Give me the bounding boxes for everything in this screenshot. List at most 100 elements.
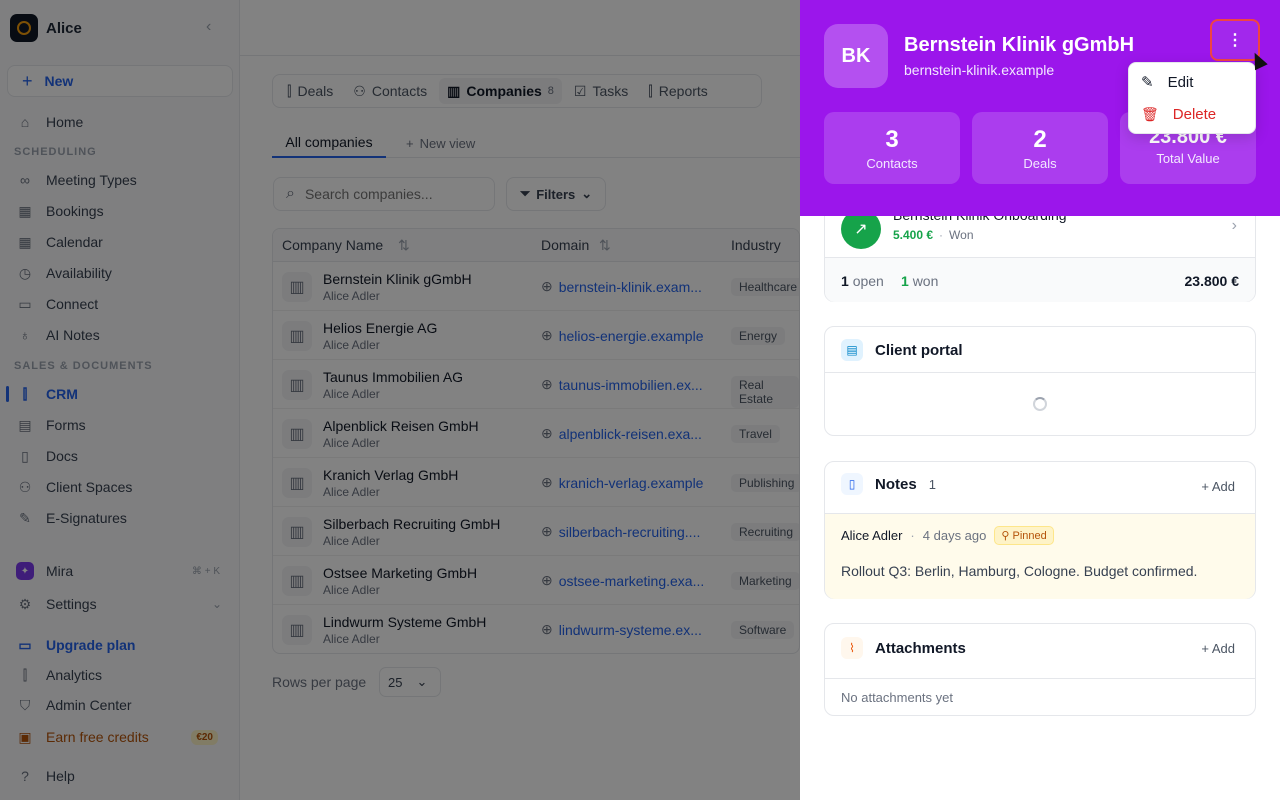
- industry-badge: Energy: [731, 327, 786, 345]
- table-row[interactable]: ▥ Kranich Verlag GmbH Alice Adler ⊕ kranich-…: [273, 458, 799, 507]
- table-row[interactable]: ▥ Bernstein Klinik gGmbH Alice Adler ⊕ berns…: [273, 262, 799, 311]
- home-icon: ⌂: [20, 114, 30, 130]
- gift-icon: ▣: [18, 728, 32, 745]
- sidebar-item-label: Settings: [46, 596, 97, 612]
- new-view-button[interactable]: + New view: [406, 128, 475, 158]
- sidebar-item-admin[interactable]: ⛉ Admin Center: [8, 691, 232, 719]
- rows-per-page-select[interactable]: 25 ⌄: [379, 667, 441, 697]
- company-domain-link[interactable]: ⊕ taunus-immobilien.ex...: [541, 376, 703, 393]
- document-icon: ▯: [21, 447, 29, 464]
- table-row[interactable]: ▥ Helios Energie AG Alice Adler ⊕ helios-ene…: [273, 311, 799, 360]
- company-name[interactable]: Silberbach Recruiting GmbH: [323, 516, 500, 532]
- sidebar-item-forms[interactable]: ▤ Forms: [8, 411, 232, 439]
- company-domain[interactable]: bernstein-klinik.example: [904, 62, 1054, 78]
- add-note-button[interactable]: + Add: [1201, 479, 1235, 494]
- company-domain-link[interactable]: ⊕ alpenblick-reisen.exa...: [541, 425, 702, 442]
- company-name[interactable]: Alpenblick Reisen GmbH: [323, 418, 479, 434]
- column-company-name[interactable]: Company Name: [282, 237, 383, 253]
- menu-item-delete[interactable]: 🗑 Delete: [1141, 102, 1216, 126]
- filters-button[interactable]: ⏷ Filters ⌄: [506, 177, 606, 211]
- company-owner: Alice Adler: [323, 485, 380, 499]
- stat-contacts[interactable]: 3 Contacts: [824, 112, 960, 184]
- tab-reports[interactable]: ⫿ Reports: [640, 78, 716, 104]
- table-row[interactable]: ▥ Ostsee Marketing GmbH Alice Adler ⊕ ostsee…: [273, 556, 799, 605]
- trash-icon: 🗑: [1141, 105, 1159, 122]
- globe-icon: ⊕: [541, 278, 553, 294]
- tab-tasks[interactable]: ☑ Tasks: [566, 78, 636, 104]
- sidebar-item-crm[interactable]: ⫿ CRM: [6, 380, 232, 408]
- industry-badge: Recruiting: [731, 523, 799, 541]
- company-name[interactable]: Lindwurm Systeme GmbH: [323, 614, 486, 630]
- sidebar-item-analytics[interactable]: ⫿ Analytics: [8, 661, 232, 689]
- deal-status: Won: [949, 228, 974, 242]
- sidebar-item-home[interactable]: ⌂ Home: [8, 108, 232, 136]
- domain-text: helios-energie.example: [558, 327, 704, 344]
- table-row[interactable]: ▥ Alpenblick Reisen GmbH Alice Adler ⊕ alpen…: [273, 409, 799, 458]
- sidebar-item-calendar[interactable]: ▦ Calendar: [8, 228, 232, 256]
- view-all-companies[interactable]: All companies: [272, 128, 386, 158]
- new-button[interactable]: + New: [7, 65, 233, 97]
- industry-badge: Publishing: [731, 474, 799, 492]
- options-menu: ✎ Edit 🗑 Delete: [1128, 62, 1256, 134]
- menu-item-edit[interactable]: ✎ Edit: [1141, 70, 1193, 94]
- workspace-switcher[interactable]: Alice: [10, 14, 82, 42]
- tab-contacts[interactable]: ⚇ Contacts: [345, 78, 435, 104]
- company-domain-link[interactable]: ⊕ helios-energie.example: [541, 327, 704, 344]
- industry-badge: Travel: [731, 425, 780, 443]
- sidebar-item-docs[interactable]: ▯ Docs: [8, 442, 232, 470]
- sidebar-item-connect[interactable]: ▭ Connect: [8, 290, 232, 318]
- company-domain-link[interactable]: ⊕ silberbach-recruiting....: [541, 523, 700, 540]
- company-name[interactable]: Kranich Verlag GmbH: [323, 467, 458, 483]
- sidebar-item-e-signatures[interactable]: ✎ E-Signatures: [8, 504, 232, 532]
- note-item[interactable]: Alice Adler · 4 days ago ⚲ Pinned Rollou…: [825, 513, 1255, 599]
- company-domain-link[interactable]: ⊕ lindwurm-systeme.ex...: [541, 621, 702, 638]
- workspace-name: Alice: [46, 19, 82, 37]
- table-row[interactable]: ▥ Taunus Immobilien AG Alice Adler ⊕ taunus-…: [273, 360, 799, 409]
- sidebar-item-settings[interactable]: ⚙ Settings ⌄: [8, 590, 232, 618]
- calendar-check-icon: ▦: [18, 202, 32, 219]
- sidebar-item-label: CRM: [46, 386, 78, 402]
- sidebar-item-mira[interactable]: ✦ Mira ⌘ + K: [8, 557, 232, 585]
- sidebar-item-label: Forms: [46, 417, 86, 433]
- tab-deals[interactable]: ⫿ Deals: [279, 78, 341, 104]
- company-name[interactable]: Ostsee Marketing GmbH: [323, 565, 477, 581]
- note-author: Alice Adler: [841, 528, 903, 543]
- sidebar-item-label: Home: [46, 114, 84, 130]
- sidebar-item-ai-notes[interactable]: ♁ AI Notes: [8, 321, 232, 349]
- sidebar-item-credits[interactable]: ▣ Earn free credits €20: [8, 723, 232, 751]
- building-icon: ▥: [282, 468, 312, 498]
- company-domain-link[interactable]: ⊕ kranich-verlag.example: [541, 474, 703, 491]
- column-domain[interactable]: Domain: [541, 237, 589, 253]
- company-domain-link[interactable]: ⊕ ostsee-marketing.exa...: [541, 572, 704, 589]
- column-industry[interactable]: Industry: [731, 237, 781, 253]
- industry-badge: Healthcare: [731, 278, 799, 296]
- sidebar-item-bookings[interactable]: ▦ Bookings: [8, 197, 232, 225]
- company-name[interactable]: Taunus Immobilien AG: [323, 369, 463, 385]
- sidebar-item-label: AI Notes: [46, 327, 100, 343]
- sidebar-item-availability[interactable]: ◷ Availability: [8, 259, 232, 287]
- sidebar-item-client-spaces[interactable]: ⚇ Client Spaces: [8, 473, 232, 501]
- sidebar-item-label: Analytics: [46, 667, 103, 683]
- globe-icon: ⊕: [541, 327, 553, 343]
- add-attachment-button[interactable]: + Add: [1201, 641, 1235, 656]
- chevron-right-icon[interactable]: ›: [1232, 217, 1237, 235]
- company-name[interactable]: Bernstein Klinik gGmbH: [323, 271, 472, 287]
- globe-icon: ⊕: [541, 425, 553, 441]
- sort-icon[interactable]: ⇅: [398, 237, 410, 254]
- table-row[interactable]: ▥ Lindwurm Systeme GmbH Alice Adler ⊕ lindwu…: [273, 605, 799, 653]
- company-name[interactable]: Helios Energie AG: [323, 320, 437, 336]
- table-row[interactable]: ▥ Silberbach Recruiting GmbH Alice Adler ⊕ s…: [273, 507, 799, 556]
- sidebar-item-meeting-types[interactable]: ∞ Meeting Types: [8, 166, 232, 194]
- attachments-header: ⌇ Attachments: [841, 637, 966, 659]
- client-portal-header: ▤ Client portal: [841, 339, 963, 361]
- sidebar-item-upgrade[interactable]: ▭ Upgrade plan: [8, 631, 232, 659]
- tab-label: Reports: [658, 83, 708, 99]
- collapse-sidebar-icon[interactable]: ‹: [206, 18, 211, 36]
- company-domain-link[interactable]: ⊕ bernstein-klinik.exam...: [541, 278, 702, 295]
- search-input[interactable]: [304, 186, 475, 202]
- sort-icon[interactable]: ⇅: [599, 237, 611, 254]
- stat-deals[interactable]: 2 Deals: [972, 112, 1108, 184]
- sidebar-item-help[interactable]: ? Help: [8, 762, 232, 790]
- deal-summary: 1 open 1 won 23.800 €: [825, 257, 1255, 302]
- tab-companies[interactable]: ▥ Companies 8: [439, 78, 562, 104]
